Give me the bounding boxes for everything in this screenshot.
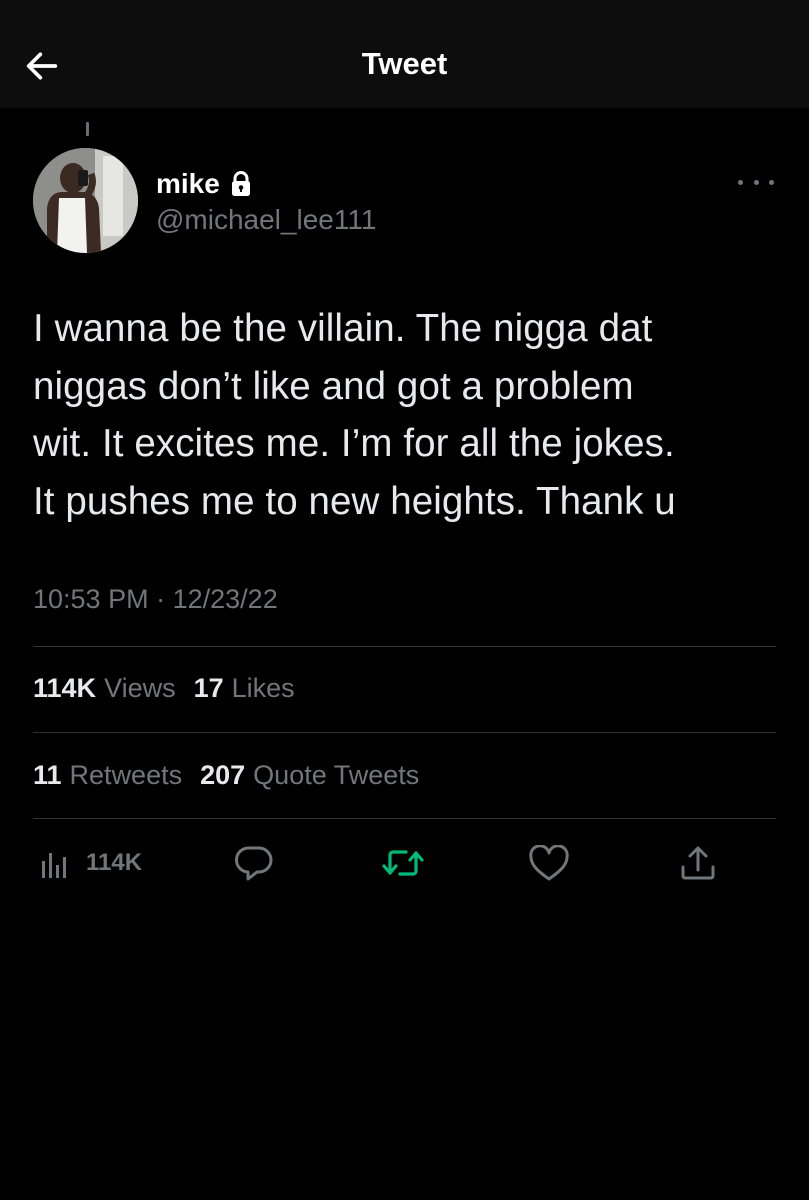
divider	[33, 818, 776, 819]
tweet-line: niggas don’t like and got a problem	[33, 364, 634, 408]
views-stat[interactable]: 114K Views	[33, 673, 176, 704]
retweet-button[interactable]	[381, 845, 425, 881]
more-dot	[738, 179, 743, 185]
user-handle[interactable]: @michael_lee111	[156, 204, 376, 236]
tweet-line: I wanna be the villain. The nigga dat	[33, 307, 653, 350]
retweets-label: Retweets	[69, 760, 183, 790]
like-icon	[529, 845, 569, 881]
display-name[interactable]: mike	[156, 168, 220, 200]
tweet-timestamp[interactable]: 10:53 PM · 12/23/22	[33, 584, 278, 615]
retweets-stat[interactable]: 11 Retweets	[33, 760, 182, 791]
reply-button[interactable]	[233, 843, 275, 883]
author-name-row: mike	[156, 168, 252, 200]
views-label: Views	[104, 673, 176, 703]
page-title: Tweet	[361, 46, 448, 81]
analytics-icon	[42, 853, 66, 878]
quote-tweets-stat[interactable]: 207 Quote Tweets	[200, 760, 419, 791]
share-icon	[681, 846, 715, 880]
action-bar: 114K	[0, 835, 809, 891]
quote-tweets-count: 207	[200, 760, 246, 790]
thread-connector	[86, 122, 89, 136]
share-button[interactable]	[678, 843, 718, 883]
more-options-button[interactable]	[738, 172, 774, 192]
tweet-text: I wanna be the villain. The nigga dat ni…	[33, 300, 783, 530]
engagement-stats: 114K Views 17 Likes	[33, 673, 295, 704]
avatar[interactable]	[33, 148, 138, 253]
meta-separator: ·	[156, 584, 166, 614]
divider	[33, 646, 776, 647]
retweet-stats: 11 Retweets 207 Quote Tweets	[33, 760, 419, 791]
more-dot	[753, 179, 759, 185]
analytics-count: 114K	[86, 849, 143, 876]
analytics-button[interactable]: 114K	[38, 845, 142, 881]
likes-label: Likes	[231, 673, 295, 703]
tweet-date: 12/23/22	[172, 584, 278, 614]
tweet-line: wit. It excites me. I’m for all the joke…	[33, 422, 675, 465]
views-count: 114K	[33, 673, 97, 703]
retweets-count: 11	[33, 760, 62, 790]
more-dot	[769, 179, 774, 185]
likes-stat[interactable]: 17 Likes	[194, 673, 295, 704]
quote-tweets-label: Quote Tweets	[253, 760, 420, 790]
divider	[33, 732, 776, 733]
top-bar: Tweet	[0, 0, 809, 108]
tweet-line: It pushes me to new heights. Thank u	[33, 479, 676, 523]
retweet-icon	[382, 850, 424, 876]
likes-count: 17	[193, 673, 224, 703]
avatar-photo	[33, 148, 138, 253]
lock-icon	[231, 171, 250, 196]
reply-icon	[235, 846, 273, 881]
like-button[interactable]	[528, 845, 570, 883]
tweet-time: 10:53 PM	[33, 584, 149, 614]
